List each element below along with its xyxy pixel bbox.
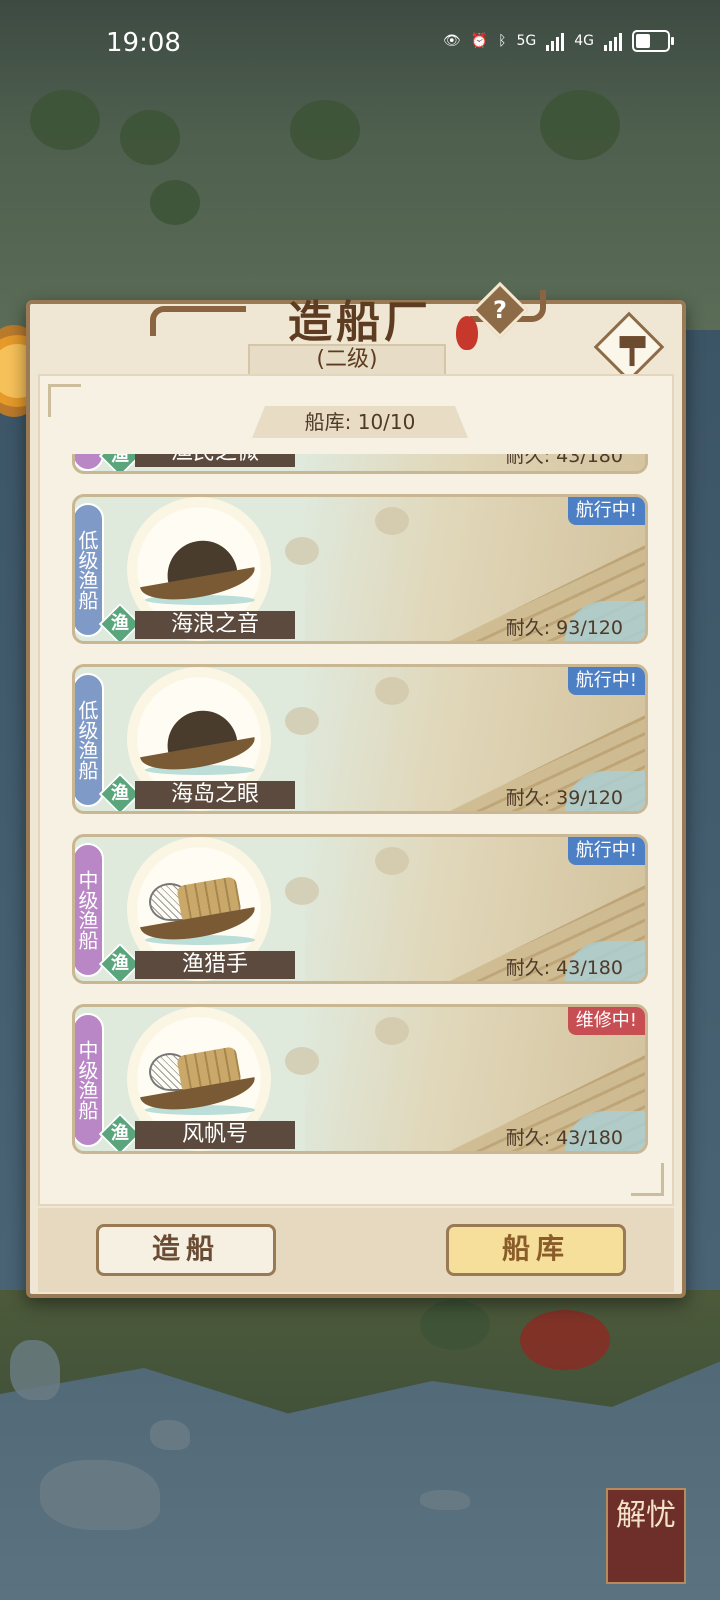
hammer-icon <box>619 336 646 349</box>
question-icon: ? <box>493 296 507 324</box>
signal-icon <box>546 31 565 51</box>
ship-card[interactable]: 低级渔船 渔 海浪之音 航行中! 耐久: 93/120 <box>72 494 648 644</box>
corner-decoration <box>631 1163 664 1196</box>
network-4g-label: 4G <box>574 33 594 49</box>
status-bar: 19:08 👁 ⏰ ᛒ 5G 4G <box>0 0 720 90</box>
signal-icon-2 <box>604 31 622 51</box>
ship-card[interactable]: 中级渔船 渔 渔猎手 航行中! 耐久: 43/180 <box>72 834 648 984</box>
dialog-header: 造船厂 <box>150 286 546 350</box>
ship-name: 风帆号 <box>135 1121 295 1149</box>
bluetooth-icon: ᛒ <box>498 33 507 49</box>
ship-grade-tag: 中级渔船 <box>75 843 104 977</box>
alarm-icon: ⏰ <box>470 33 489 49</box>
ship-card[interactable]: 低级渔船 渔 海岛之眼 航行中! 耐久: 39/120 <box>72 664 648 814</box>
network-5g-label: 5G <box>516 33 537 49</box>
dialog-footer: 造船 船库 <box>38 1208 674 1292</box>
dock-capacity: 船库: 10/10 <box>252 406 468 438</box>
eye-icon: 👁 <box>442 33 461 49</box>
upgrade-hammer-button[interactable] <box>593 311 665 383</box>
seal-icon <box>456 316 478 350</box>
ship-durability: 耐久: 43/180 <box>505 1127 623 1149</box>
build-ship-button[interactable]: 造船 <box>96 1224 276 1276</box>
ship-status-badge: 航行中! <box>567 667 645 695</box>
ship-status-badge: 维修中! <box>567 1007 645 1035</box>
ship-durability: 耐久: 39/120 <box>505 787 623 809</box>
ship-list[interactable]: 渔 渔民之微 耐久: 43/180 低级渔船 渔 海浪之音 航行中! 耐久: 9… <box>64 454 654 1164</box>
ship-grade-tag: 低级渔船 <box>75 673 104 807</box>
ship-durability: 耐久: 43/180 <box>505 454 623 467</box>
ship-grade-tag: 中级渔船 <box>75 1013 104 1147</box>
ship-durability: 耐久: 93/120 <box>505 617 623 639</box>
ship-card[interactable]: 中级渔船 渔 风帆号 维修中! 耐久: 43/180 <box>72 1004 648 1154</box>
ship-dock-button[interactable]: 船库 <box>446 1224 626 1276</box>
ship-card-partial[interactable]: 渔 渔民之微 耐久: 43/180 <box>72 454 648 474</box>
corner-decoration <box>48 384 81 417</box>
ship-status-badge: 航行中! <box>567 497 645 525</box>
ship-durability: 耐久: 43/180 <box>505 957 623 979</box>
ship-status-badge: 航行中! <box>567 837 645 865</box>
status-time: 19:08 <box>106 28 181 58</box>
shipyard-dialog: 造船厂 ? (二级) 船库: 10/10 渔 渔民之微 耐久: 43/180 低… <box>26 281 686 1298</box>
ship-name: 海岛之眼 <box>135 781 295 809</box>
battery-icon <box>632 30 674 52</box>
ship-name: 渔猎手 <box>135 951 295 979</box>
shipyard-level: (二级) <box>248 344 446 376</box>
ship-grade-tag: 低级渔船 <box>75 503 104 637</box>
jieyou-button[interactable]: 解忧 <box>606 1488 686 1584</box>
ship-name: 渔民之微 <box>135 454 295 467</box>
ship-name: 海浪之音 <box>135 611 295 639</box>
